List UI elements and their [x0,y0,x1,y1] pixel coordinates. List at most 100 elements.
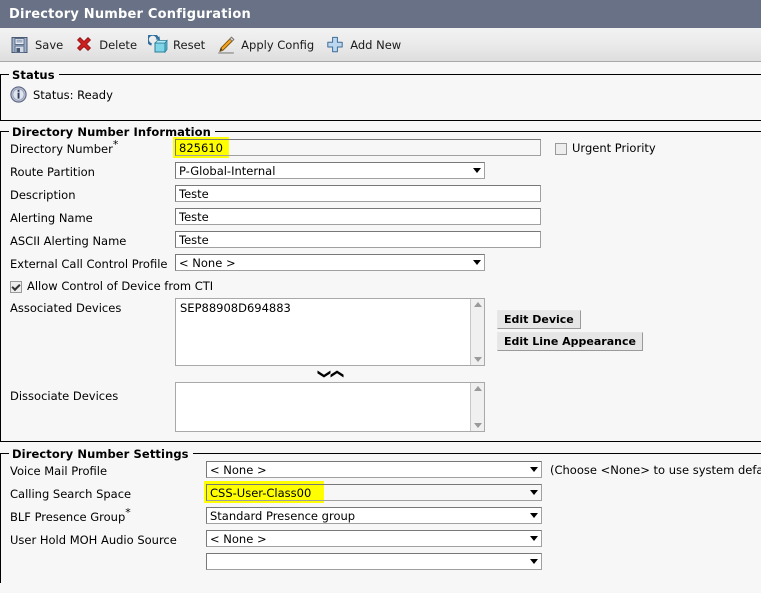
field-row-alerting-name: Alerting Name [1,207,761,230]
calling-search-space-control: CSS-User-Class00 [204,481,542,503]
description-input[interactable] [175,185,541,202]
add-new-icon [327,36,343,52]
voice-mail-profile-select[interactable]: < None > [206,461,542,478]
save-button-label: Save [35,37,64,52]
scroll-up-icon[interactable] [473,302,482,307]
toolbar: Save Delete Reset Apply Config Add New [0,28,761,62]
voice-mail-profile-label: Voice Mail Profile [10,464,108,478]
external-call-control-profile-select[interactable]: < None > [175,254,485,271]
user-hold-moh-audio-source-control: < None > [206,530,542,547]
dissociate-devices-items [176,383,470,431]
delete-button[interactable]: Delete [72,33,146,57]
calling-search-space-label: Calling Search Space [10,487,132,501]
reset-icon [148,34,168,53]
status-row: Status: Ready [1,75,761,112]
dissociate-devices-listbox[interactable] [175,382,485,432]
associated-devices-control: SEP88908D694883 ❯ ❯ [175,298,485,380]
scroll-down-icon[interactable] [473,357,482,362]
reset-button-label: Reset [173,37,206,52]
voice-mail-profile-value: < None > [210,462,267,477]
device-move-controls: ❯ ❯ [175,366,485,380]
alerting-name-control [175,208,541,225]
allow-control-cti-checkbox[interactable] [10,281,22,293]
partial-row-control [206,553,542,570]
field-row-directory-number: Directory Number* Urgent Priority [1,137,761,161]
alerting-name-label: Alerting Name [10,211,93,225]
chevron-down-icon [473,260,481,265]
user-hold-moh-audio-source-select[interactable]: < None > [206,530,542,547]
alerting-name-input[interactable] [175,208,541,225]
field-row-calling-search-space: Calling Search Space CSS-User-Class00 [1,481,761,506]
urgent-priority-row: Urgent Priority [541,139,656,156]
route-partition-control: P-Global-Internal [175,162,485,179]
move-up-icon[interactable]: ❯ [329,369,344,380]
field-row-associated-devices: Associated Devices SEP88908D694883 ❯ ❯ E… [1,296,761,381]
voice-mail-profile-hint: (Choose <None> to use system default) [550,463,761,477]
chevron-down-icon [530,536,538,541]
directory-number-input[interactable] [175,139,541,156]
dissociate-devices-label: Dissociate Devices [10,389,119,403]
save-icon [11,36,28,53]
description-label: Description [10,188,76,202]
field-row-user-hold-moh-audio-source: User Hold MOH Audio Source < None > [1,529,761,552]
save-button[interactable]: Save [8,33,72,57]
user-hold-moh-audio-source-label: User Hold MOH Audio Source [10,533,177,547]
edit-device-button[interactable]: Edit Device [497,310,581,329]
associated-devices-items: SEP88908D694883 [176,299,470,365]
route-partition-value: P-Global-Internal [179,163,276,178]
blf-presence-group-select[interactable]: Standard Presence group [206,507,542,524]
dissociate-devices-scrollbar[interactable] [470,383,484,431]
chevron-down-icon [530,490,538,495]
field-row-dissociate-devices: Dissociate Devices [1,381,761,433]
route-partition-select[interactable]: P-Global-Internal [175,162,485,179]
directory-number-label: Directory Number* [10,138,119,156]
scroll-up-icon[interactable] [473,386,482,391]
add-new-button[interactable]: Add New [323,33,410,57]
status-panel-legend: Status [9,68,59,82]
allow-control-cti-label: Allow Control of Device from CTI [27,279,214,293]
blf-presence-group-control: Standard Presence group [206,507,542,524]
list-item[interactable]: SEP88908D694883 [180,301,466,316]
scroll-down-icon[interactable] [473,423,482,428]
field-row-voice-mail-profile: Voice Mail Profile < None > (Choose <Non… [1,460,761,483]
urgent-priority-checkbox[interactable] [555,143,567,155]
route-partition-label: Route Partition [10,165,95,179]
calling-search-space-select[interactable]: CSS-User-Class00 [206,484,542,501]
ascii-alerting-name-input[interactable] [175,231,541,248]
delete-icon [77,36,92,51]
associated-devices-scrollbar[interactable] [470,299,484,365]
reset-button[interactable]: Reset [146,33,214,57]
partial-row-label [1,553,206,555]
status-text: Status: Ready [33,87,113,102]
field-row-route-partition: Route Partition P-Global-Internal [1,161,761,184]
external-call-control-profile-label: External Call Control Profile [10,257,168,271]
ascii-alerting-name-label: ASCII Alerting Name [10,234,127,248]
chevron-down-icon [530,513,538,518]
voice-mail-profile-control: < None > [206,461,542,478]
dn-settings-legend: Directory Number Settings [9,447,193,461]
apply-config-button-label: Apply Config [241,37,315,52]
description-control [175,185,541,202]
dissociate-devices-control [175,382,485,432]
add-new-button-label: Add New [350,37,402,52]
directory-number-settings-panel: Directory Number Settings Voice Mail Pro… [0,447,761,583]
apply-config-button[interactable]: Apply Config [214,33,323,57]
status-panel: Status Status: Ready [0,68,761,121]
partial-row-select[interactable] [206,553,542,570]
directory-number-information-panel: Directory Number Information Directory N… [0,125,761,442]
allow-control-cti-row: Allow Control of Device from CTI [1,276,761,296]
edit-line-appearance-button[interactable]: Edit Line Appearance [497,332,643,351]
ascii-alerting-name-control [175,231,541,248]
move-down-icon[interactable]: ❯ [316,369,331,380]
page-title: Directory Number Configuration [9,6,251,22]
field-row-blf-presence-group: BLF Presence Group* Standard Presence gr… [1,506,761,529]
field-row-external-call-control-profile: External Call Control Profile < None > [1,253,761,276]
associated-devices-listbox[interactable]: SEP88908D694883 [175,298,485,366]
window-titlebar: Directory Number Configuration [0,0,761,28]
user-hold-moh-audio-source-value: < None > [210,531,267,546]
chevron-down-icon [530,559,538,564]
apply-config-icon [218,36,235,54]
blf-presence-group-value: Standard Presence group [210,508,356,523]
calling-search-space-value: CSS-User-Class00 [210,485,312,500]
delete-button-label: Delete [99,37,138,52]
